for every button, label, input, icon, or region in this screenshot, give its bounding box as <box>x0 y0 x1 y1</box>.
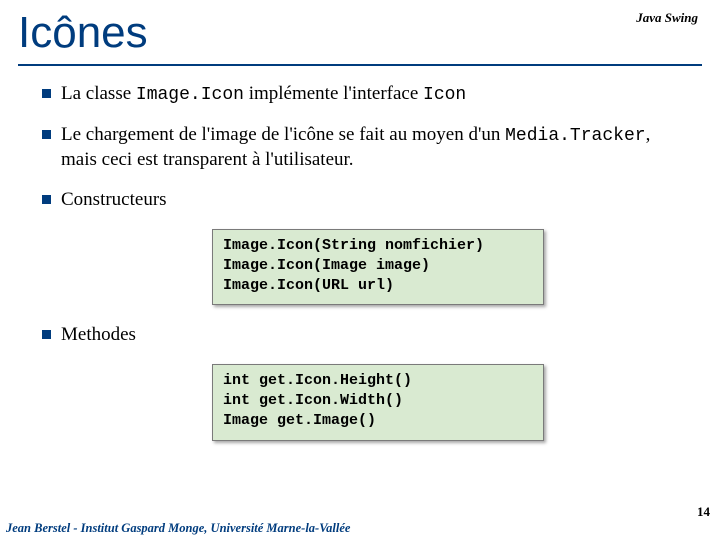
title-rule <box>18 64 702 66</box>
header-label: Java Swing <box>636 10 698 26</box>
text: implémente l'interface <box>244 83 423 104</box>
code-block-methods: int get.Icon.Height() int get.Icon.Width… <box>212 364 544 441</box>
page-number: 14 <box>697 504 710 520</box>
code-inline: Image.Icon <box>136 85 244 105</box>
code-block-constructors: Image.Icon(String nomfichier) Image.Icon… <box>212 229 544 306</box>
code-inline: Media.Tracker <box>505 126 645 146</box>
code-inline: Icon <box>423 85 466 105</box>
content-area: La classe Image.Icon implémente l'interf… <box>42 82 682 459</box>
text: Le chargement de l'image de l'icône se f… <box>61 124 505 145</box>
bullet-text: Methodes <box>61 323 682 347</box>
page-title: Icônes <box>18 8 148 58</box>
bullet-item: Le chargement de l'image de l'icône se f… <box>42 123 682 172</box>
bullet-icon <box>42 130 51 139</box>
bullet-text: Constructeurs <box>61 188 682 212</box>
bullet-text: Le chargement de l'image de l'icône se f… <box>61 123 682 172</box>
footer-text: Jean Berstel - Institut Gaspard Monge, U… <box>6 522 386 536</box>
bullet-icon <box>42 89 51 98</box>
text: La classe <box>61 83 136 104</box>
bullet-text: La classe Image.Icon implémente l'interf… <box>61 82 682 107</box>
bullet-icon <box>42 195 51 204</box>
bullet-item: Constructeurs <box>42 188 682 212</box>
bullet-icon <box>42 330 51 339</box>
bullet-item: Methodes <box>42 323 682 347</box>
bullet-item: La classe Image.Icon implémente l'interf… <box>42 82 682 107</box>
